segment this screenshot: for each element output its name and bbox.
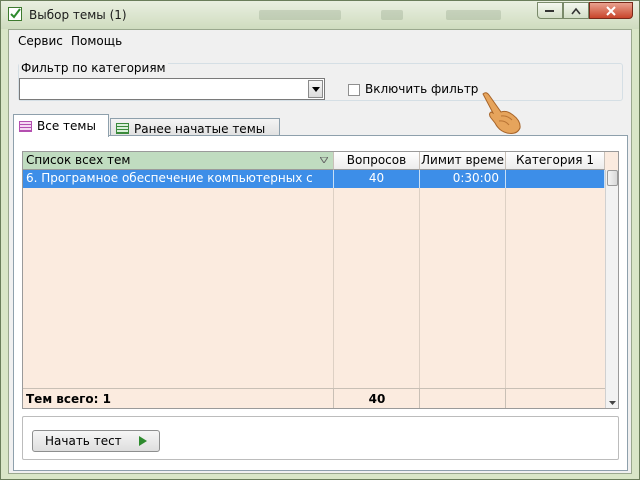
close-button[interactable]: [589, 2, 633, 19]
title-ghost-1: [259, 10, 341, 20]
column-header-category[interactable]: Категория 1: [506, 152, 605, 170]
menu-help[interactable]: Помощь: [71, 34, 122, 48]
minimize-icon: [545, 9, 554, 12]
tab-all-topics[interactable]: Все темы: [13, 114, 109, 137]
column-header-topic-list[interactable]: Список всех тем: [23, 152, 334, 170]
combobox-dropdown-button[interactable]: [308, 80, 323, 98]
play-arrow-icon: [139, 436, 147, 446]
table-row-cell-time-limit[interactable]: 0:30:00: [420, 170, 506, 188]
title-bar[interactable]: Выбор темы (1): [1, 1, 639, 29]
column-divider: [333, 188, 334, 388]
table-icon: [19, 120, 32, 132]
scroll-down-arrow-icon[interactable]: [609, 401, 616, 405]
tab-started-topics-label: Ранее начатые темы: [134, 121, 266, 136]
column-header-topic-list-label: Список всех тем: [26, 153, 131, 167]
column-divider: [333, 389, 334, 408]
maximize-button[interactable]: [563, 2, 589, 19]
scrollbar-thumb[interactable]: [607, 170, 618, 186]
table-row-cell-category[interactable]: [506, 170, 605, 188]
minimize-button[interactable]: [537, 2, 563, 19]
client-area: Сервис Помощь Фильтр по категориям Включ…: [8, 29, 632, 474]
title-ghost-3: [446, 10, 501, 20]
footer-questions-total: 40: [368, 392, 386, 406]
chevron-down-icon: [312, 87, 320, 92]
category-combobox[interactable]: [19, 78, 325, 100]
maximize-icon: [571, 7, 581, 14]
start-test-button[interactable]: Начать тест: [32, 430, 160, 452]
column-divider: [505, 389, 506, 408]
column-divider: [419, 389, 420, 408]
menu-service[interactable]: Сервис: [18, 34, 63, 48]
filter-group-label: Фильтр по категориям: [19, 61, 168, 75]
table-row-cell-topic[interactable]: 6. Програмное обеспечение компьютерных с: [23, 170, 334, 188]
table-row-cell-questions[interactable]: 40: [334, 170, 420, 188]
vertical-scrollbar[interactable]: [605, 170, 618, 408]
table-icon: [116, 123, 129, 134]
column-divider: [505, 188, 506, 388]
column-header-questions[interactable]: Вопросов: [334, 152, 420, 170]
enable-filter-checkbox[interactable]: [348, 84, 360, 96]
checkmark-app-icon: [8, 7, 22, 21]
hand-pointer-icon: [482, 92, 521, 134]
close-icon: [606, 5, 616, 16]
tab-panel-all-topics: Список всех тем Вопросов Лимит време Кат…: [13, 135, 628, 471]
menu-bar: Сервис Помощь: [9, 30, 631, 52]
window-title: Выбор темы (1): [29, 8, 127, 22]
tab-all-topics-label: Все темы: [37, 119, 96, 133]
footer-topics-total: Тем всего: 1: [26, 392, 111, 406]
enable-filter-label[interactable]: Включить фильтр: [365, 82, 478, 96]
app-window: Выбор темы (1) Сервис Помощь Фильтр по к…: [0, 0, 640, 480]
caption-buttons: [537, 2, 633, 20]
grid-footer-row: Тем всего: 1 40: [23, 388, 605, 408]
topics-grid: Список всех тем Вопросов Лимит време Кат…: [22, 151, 619, 409]
sort-descending-icon: [320, 157, 328, 163]
title-ghost-2: [381, 10, 403, 20]
start-test-label: Начать тест: [45, 434, 122, 448]
column-divider: [419, 188, 420, 388]
column-header-time-limit[interactable]: Лимит време: [420, 152, 506, 170]
